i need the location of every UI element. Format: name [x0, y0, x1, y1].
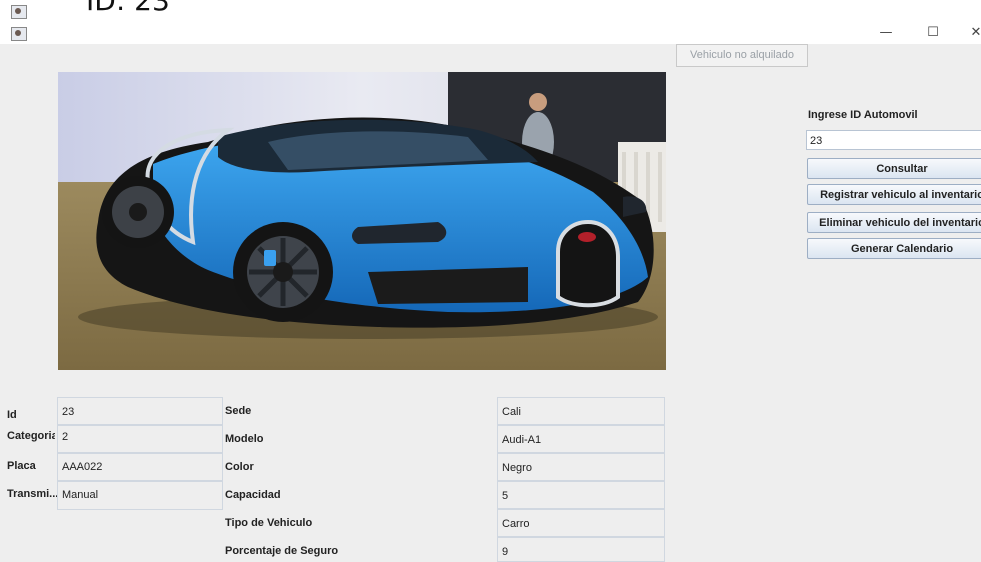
model-label: Modelo [225, 433, 264, 445]
java-app-icon [11, 5, 27, 19]
maximize-icon[interactable]: ☐ [915, 22, 951, 44]
id-label: Id [7, 409, 17, 421]
register-vehicle-button[interactable]: Registrar vehiculo al inventario [807, 184, 981, 205]
branch-label: Sede [225, 405, 252, 417]
rental-status-button[interactable]: Vehiculo no alquilado [676, 44, 808, 67]
delete-vehicle-button[interactable]: Eliminar vehiculo del inventario [807, 212, 981, 233]
consultar-button[interactable]: Consultar [807, 158, 981, 179]
capacity-value: 5 [497, 481, 665, 509]
vehicle-type-label: Tipo de Vehiculo [225, 517, 313, 529]
generate-calendar-button[interactable]: Generar Calendario [807, 238, 981, 259]
outer-window-strip: ID: 23 [0, 0, 981, 22]
transmission-label: Transmi... [7, 488, 57, 500]
plate-label: Placa [7, 460, 36, 472]
vehicle-photo [58, 72, 666, 370]
java-app-icon [11, 27, 27, 41]
model-value: Audi-A1 [497, 425, 665, 453]
app-window: — ☐ ✕ Vehiculo no alquilado Ingrese ID A… [0, 22, 981, 562]
plate-value: AAA022 [57, 453, 223, 481]
color-label: Color [225, 461, 254, 473]
transmission-value: Manual [57, 481, 223, 510]
car-id-label: Ingrese ID Automovil [808, 109, 918, 121]
color-value: Negro [497, 453, 665, 481]
car-id-input[interactable]: 23 [806, 130, 981, 150]
title-bar: — ☐ ✕ [0, 22, 981, 44]
close-icon[interactable]: ✕ [958, 22, 981, 44]
minimize-icon[interactable]: — [868, 22, 904, 44]
branch-value: Cali [497, 397, 665, 425]
category-label: Categoria [7, 430, 55, 442]
insurance-percent-value: 9 [497, 537, 665, 562]
category-value: 2 [57, 425, 223, 453]
capacity-label: Capacidad [225, 489, 281, 501]
id-value: 23 [57, 397, 223, 425]
insurance-percent-label: Porcentaje de Seguro [225, 545, 339, 557]
outer-window-title: ID: 23 [86, 0, 170, 17]
vehicle-type-value: Carro [497, 509, 665, 537]
